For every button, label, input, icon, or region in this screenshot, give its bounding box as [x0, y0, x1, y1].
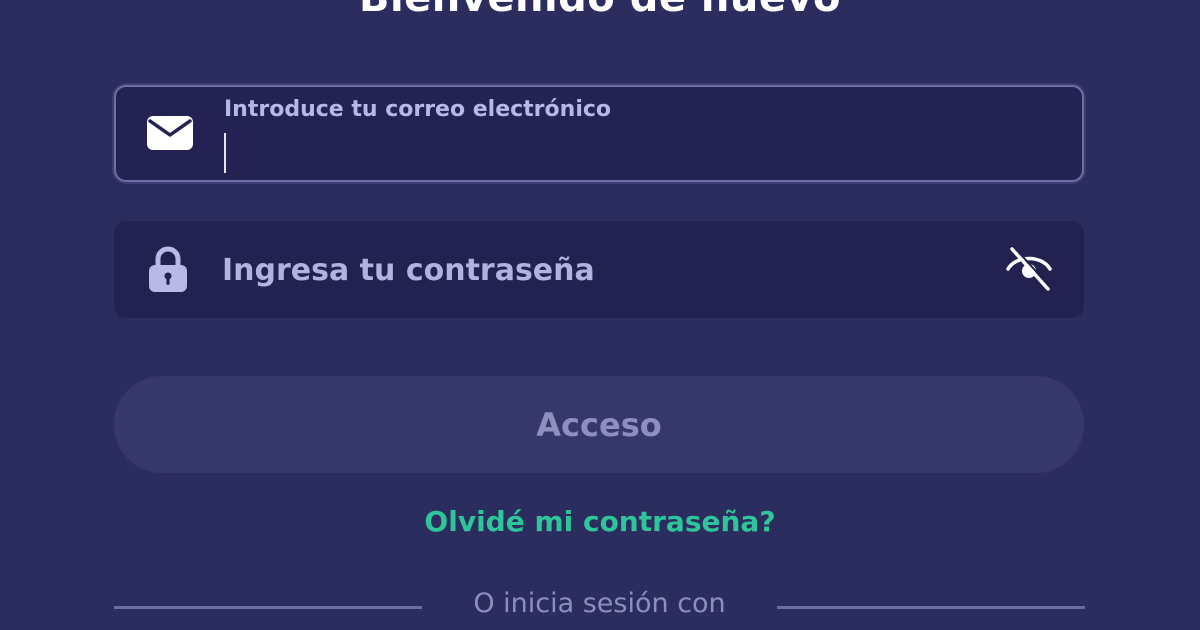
eye-off-icon[interactable]	[1002, 241, 1056, 295]
password-field[interactable]	[114, 221, 1084, 318]
forgot-password-link[interactable]: Olvidé mi contraseña?	[0, 505, 1200, 538]
login-page: Bienvenido de nuevo Introduce tu correo …	[0, 0, 1200, 630]
divider-line-left	[114, 606, 422, 609]
divider-label: O inicia sesión con	[473, 588, 726, 619]
login-button[interactable]: Acceso	[114, 376, 1084, 473]
text-caret	[224, 133, 226, 173]
email-label: Introduce tu correo electrónico	[224, 97, 612, 122]
email-input[interactable]	[224, 131, 1044, 171]
envelope-icon	[146, 109, 194, 157]
email-field[interactable]: Introduce tu correo electrónico	[114, 85, 1084, 182]
divider-line-right	[777, 606, 1085, 609]
lock-icon	[144, 245, 192, 293]
page-title: Bienvenido de nuevo	[0, 0, 1200, 24]
password-input[interactable]	[222, 248, 982, 292]
